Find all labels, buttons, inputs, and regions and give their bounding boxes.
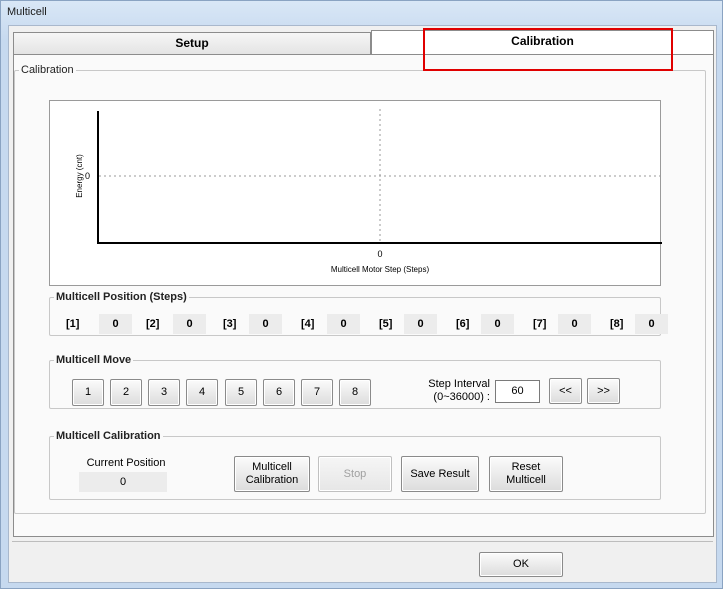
multicell-move-label: Multicell Move bbox=[56, 354, 132, 366]
position-value-2: 0 bbox=[173, 314, 206, 334]
move-button-4[interactable]: 4 bbox=[186, 379, 218, 406]
step-next-button[interactable]: >> bbox=[587, 378, 620, 404]
position-value-5: 0 bbox=[404, 314, 437, 334]
footer-bar bbox=[12, 541, 713, 581]
position-value-1: 0 bbox=[99, 314, 132, 334]
tab-calibration[interactable]: Calibration bbox=[371, 30, 714, 54]
reset-multicell-button-line2: Multicell bbox=[506, 474, 546, 486]
step-interval-label: Step Interval (0~36000) : bbox=[416, 378, 490, 404]
multicell-calibration-button-line2: Calibration bbox=[245, 474, 299, 486]
x-tick-label: 0 bbox=[377, 249, 382, 259]
step-prev-button[interactable]: << bbox=[549, 378, 582, 404]
reset-multicell-button-line1: Reset bbox=[511, 461, 541, 473]
step-interval-label-line1: Step Interval bbox=[428, 378, 490, 390]
calibration-group-label: Calibration bbox=[21, 64, 74, 76]
move-button-3[interactable]: 3 bbox=[148, 379, 180, 406]
position-value-4: 0 bbox=[327, 314, 360, 334]
multicell-calibration-label: Multicell Calibration bbox=[56, 430, 161, 442]
ok-button[interactable]: OK bbox=[479, 552, 563, 577]
position-label-6: [6] bbox=[456, 318, 470, 330]
move-button-6[interactable]: 6 bbox=[263, 379, 295, 406]
energy-chart-svg: 0 0 Multicell Motor Step (Steps) Energy … bbox=[75, 109, 662, 274]
position-label-5: [5] bbox=[379, 318, 393, 330]
current-position-label: Current Position bbox=[86, 457, 166, 469]
move-button-2[interactable]: 2 bbox=[110, 379, 142, 406]
position-value-3: 0 bbox=[249, 314, 282, 334]
multicell-calibration-button[interactable]: Multicell Calibration bbox=[234, 456, 310, 492]
position-value-6: 0 bbox=[481, 314, 514, 334]
step-interval-input[interactable]: 60 bbox=[495, 380, 540, 403]
position-label-1: [1] bbox=[66, 318, 80, 330]
reset-multicell-button[interactable]: Reset Multicell bbox=[489, 456, 563, 492]
move-button-5[interactable]: 5 bbox=[225, 379, 257, 406]
tab-setup[interactable]: Setup bbox=[13, 32, 371, 54]
save-result-button[interactable]: Save Result bbox=[401, 456, 479, 492]
multicell-position-label: Multicell Position (Steps) bbox=[56, 291, 187, 303]
stop-button[interactable]: Stop bbox=[318, 456, 392, 492]
position-label-3: [3] bbox=[223, 318, 237, 330]
current-position-value: 0 bbox=[79, 472, 167, 492]
position-label-4: [4] bbox=[301, 318, 315, 330]
multicell-window: Multicell Setup Calibration Calibration … bbox=[0, 0, 723, 589]
y-tick-label: 0 bbox=[85, 171, 90, 181]
move-button-7[interactable]: 7 bbox=[301, 379, 333, 406]
move-button-1[interactable]: 1 bbox=[72, 379, 104, 406]
position-value-8: 0 bbox=[635, 314, 668, 334]
x-axis-label: Multicell Motor Step (Steps) bbox=[331, 265, 430, 274]
move-button-8[interactable]: 8 bbox=[339, 379, 371, 406]
position-label-2: [2] bbox=[146, 318, 160, 330]
position-value-7: 0 bbox=[558, 314, 591, 334]
step-interval-label-line2: (0~36000) : bbox=[433, 391, 490, 403]
position-label-7: [7] bbox=[533, 318, 547, 330]
energy-chart: 0 0 Multicell Motor Step (Steps) Energy … bbox=[49, 100, 662, 286]
y-axis-label: Energy (cnt) bbox=[75, 154, 84, 198]
position-label-8: [8] bbox=[610, 318, 624, 330]
multicell-calibration-button-line1: Multicell bbox=[252, 461, 292, 473]
window-title: Multicell bbox=[7, 6, 47, 18]
